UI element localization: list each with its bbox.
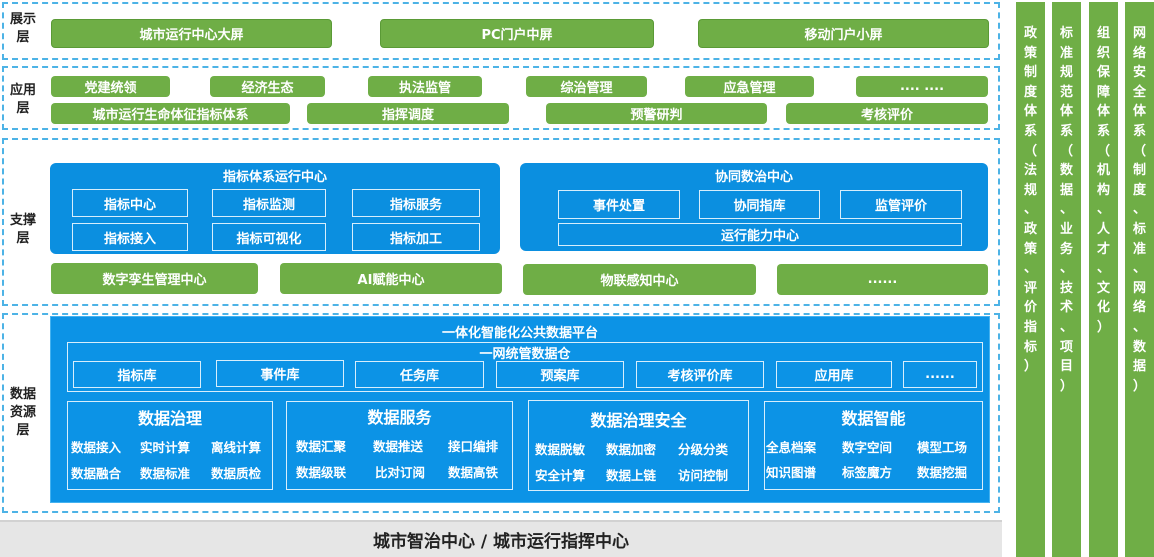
side-column-text: 标准规范体系（数据、业务、技术、项目） [1059,26,1073,394]
data-group-title: 数据服务 [367,408,432,427]
data-group-cell[interactable]: 安全计算 [535,465,585,484]
indicator-center-item[interactable]: 指标可视化 [212,223,326,251]
support-bottom-item[interactable]: 数字孪生管理中心 [51,263,258,294]
coop-center-item[interactable]: 事件处置 [558,190,680,219]
data-group-cell[interactable]: 数据推送 [373,436,423,455]
data-group-cell[interactable]: 数据上链 [606,465,656,484]
app-item[interactable]: 城市运行生命体征指标体系 [51,103,290,124]
data-group-cell[interactable]: 数据标准 [140,463,190,482]
data-group-cell[interactable]: 数字空间 [842,437,892,456]
app-item[interactable]: 经济生态 [210,76,325,97]
data-group-title: 数据智能 [841,409,906,428]
lib-item-more[interactable]: ...... [903,361,977,388]
app-item[interactable]: 应急管理 [685,76,814,97]
data-group-cell[interactable]: 比对订阅 [375,462,425,481]
data-group-cell[interactable]: 标签魔方 [842,462,892,481]
display-item[interactable]: PC门户中屏 [380,19,654,48]
support-bottom-item[interactable]: AI赋能中心 [280,263,502,294]
support-layer-title: 支撑层 [9,213,36,246]
app-item[interactable]: 指挥调度 [307,103,509,124]
data-group-cell[interactable]: 知识图谱 [766,462,816,481]
lib-item[interactable]: 指标库 [73,361,201,388]
data-group-cell[interactable]: 接口编排 [448,436,498,455]
coop-center-title: 协同数治中心 [714,170,793,185]
data-platform-title: 一体化智能化公共数据平台 [441,326,598,341]
data-group-cell[interactable]: 离线计算 [211,437,261,456]
data-group-cell[interactable]: 访问控制 [678,465,728,484]
indicator-center-item[interactable]: 指标服务 [352,189,480,217]
coop-center-item[interactable]: 监管评价 [840,190,962,219]
data-group-title: 数据治理安全 [590,411,687,430]
footer-title: 城市智治中心 / 城市运行指挥中心 [372,532,630,552]
app-item[interactable]: 党建统领 [51,76,170,97]
app-item[interactable]: 考核评价 [786,103,988,124]
side-column-network-security: 网络安全体系（制度、标准、网络、数据） [1125,2,1154,557]
data-group-cell[interactable]: 数据加密 [606,439,656,458]
display-item[interactable]: 城市运行中心大屏 [51,19,332,48]
coop-center-wide-item[interactable]: 运行能力中心 [558,223,962,246]
data-group-cell[interactable]: 实时计算 [140,437,190,456]
data-group-cell[interactable]: 模型工场 [917,437,967,456]
lib-item[interactable]: 事件库 [216,360,344,387]
side-column-text: 政策制度体系（法规、政策、评价指标） [1023,26,1037,375]
data-group-cell[interactable]: 数据脱敏 [535,439,585,458]
coop-center-item[interactable]: 协同指库 [699,190,820,219]
lib-item[interactable]: 应用库 [776,361,892,388]
application-layer-title: 应用层 [9,83,36,116]
display-layer-title: 展示层 [9,12,36,45]
lib-item[interactable]: 任务库 [355,361,484,388]
data-group-cell[interactable]: 数据融合 [71,463,121,482]
data-layer-title: 数据资源层 [9,387,36,438]
side-column-organization: 组织保障体系（机构、人才、文化） [1089,2,1118,557]
app-item[interactable]: 预警研判 [546,103,767,124]
lib-item[interactable]: 考核评价库 [636,361,764,388]
app-item[interactable]: 执法监管 [368,76,482,97]
side-column-policy: 政策制度体系（法规、政策、评价指标） [1016,2,1045,557]
side-column-standards: 标准规范体系（数据、业务、技术、项目） [1052,2,1081,557]
data-group-cell[interactable]: 数据汇聚 [296,436,346,455]
indicator-center-item[interactable]: 指标中心 [72,189,188,217]
side-column-text: 组织保障体系（机构、人才、文化） [1096,26,1110,335]
support-bottom-item[interactable]: 物联感知中心 [523,264,756,295]
app-item-more[interactable]: .... .... [856,76,988,97]
support-bottom-item-more[interactable]: ...... [777,264,988,295]
data-group-title: 数据治理 [137,409,202,428]
warehouse-title: 一网统管数据仓 [479,347,571,362]
indicator-center-item[interactable]: 指标加工 [352,223,480,251]
data-group-cell[interactable]: 数据高铁 [448,462,498,481]
data-group-cell[interactable]: 全息档案 [766,437,816,456]
data-group-cell[interactable]: 分级分类 [678,439,728,458]
indicator-center-item[interactable]: 指标监测 [212,189,326,217]
indicator-center-title: 指标体系运行中心 [222,170,327,185]
data-group-cell[interactable]: 数据质检 [211,463,261,482]
indicator-center-item[interactable]: 指标接入 [72,223,188,251]
side-column-text: 网络安全体系（制度、标准、网络、数据） [1132,26,1146,394]
app-item[interactable]: 综治管理 [526,76,647,97]
display-item[interactable]: 移动门户小屏 [698,19,989,48]
data-group-cell[interactable]: 数据级联 [296,462,346,481]
data-group-cell[interactable]: 数据接入 [71,437,121,456]
data-group-cell[interactable]: 数据挖掘 [917,462,967,481]
lib-item[interactable]: 预案库 [496,361,624,388]
